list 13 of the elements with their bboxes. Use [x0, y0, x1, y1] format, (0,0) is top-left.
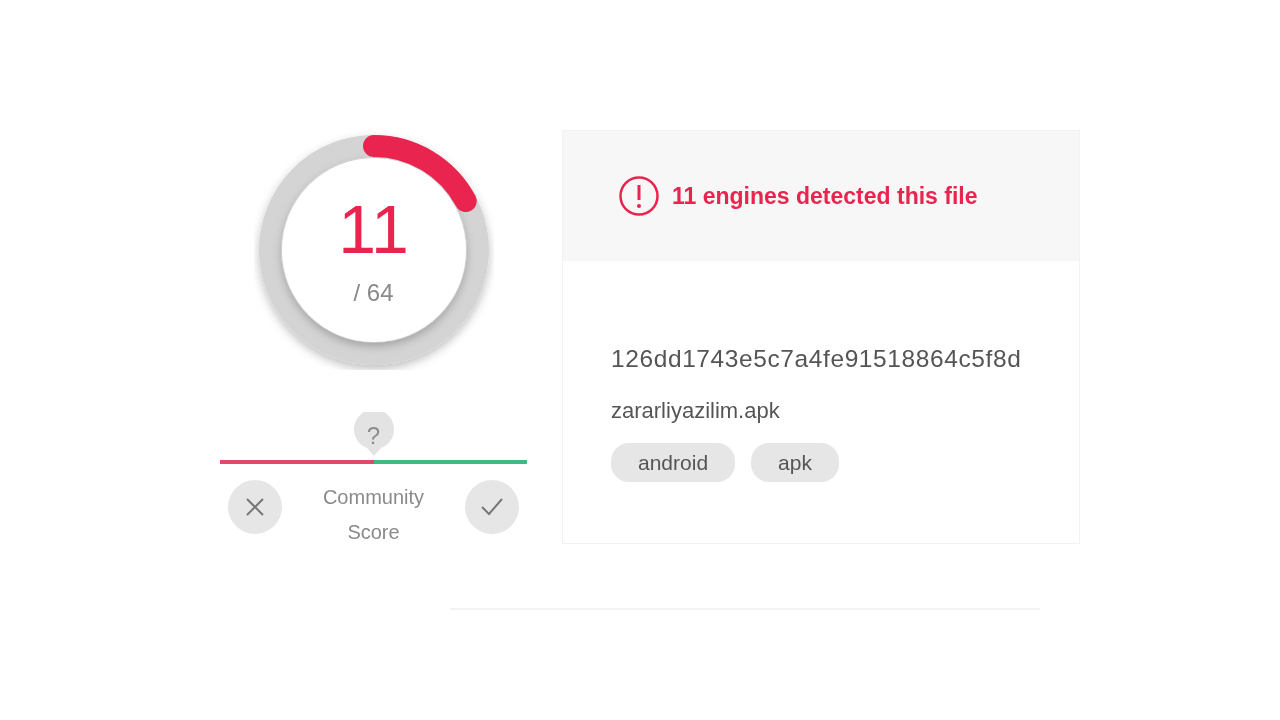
alert-text: 11 engines detected this file — [672, 181, 978, 211]
vote-down-button[interactable] — [228, 480, 282, 534]
check-icon — [480, 497, 504, 517]
file-tag: android — [611, 442, 736, 483]
detection-count: 11 — [338, 195, 409, 263]
file-name: zararliyazilim.apk — [611, 396, 781, 425]
file-tag: apk — [751, 442, 839, 483]
file-hash: 126dd1743e5c7a4fe91518864c5f8d — [611, 344, 1023, 374]
engine-total: / 64 — [353, 278, 394, 308]
alert-icon — [618, 175, 660, 217]
community-score-label: Community Score — [321, 485, 426, 545]
close-icon — [245, 497, 265, 517]
vote-up-button[interactable] — [465, 480, 519, 534]
